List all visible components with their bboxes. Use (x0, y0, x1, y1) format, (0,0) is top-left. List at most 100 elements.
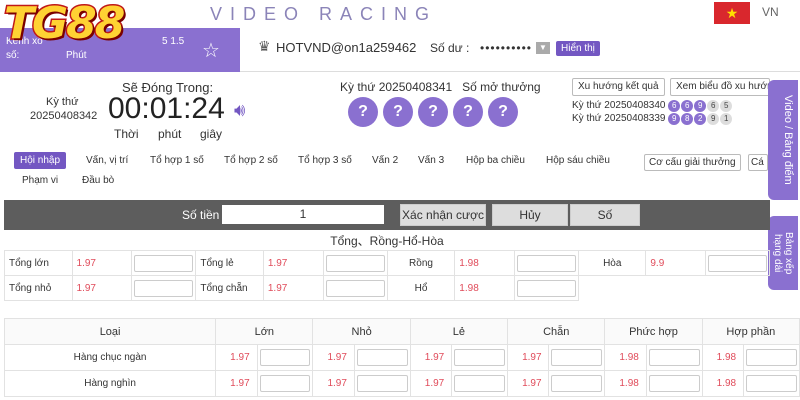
history-row: Kỳ thứ 20250408339 98291 (572, 113, 733, 125)
tab-van-3[interactable]: Vấn 3 (412, 152, 450, 169)
result-numbers-label: Số mở thưởng (462, 80, 541, 94)
bet-input[interactable] (134, 254, 194, 272)
bet-input[interactable] (134, 279, 194, 297)
video-scoreboard-tab[interactable]: Video / Bảng điểm (768, 80, 798, 200)
tab-hop-ba-chieu[interactable]: Hộp ba chiều (460, 152, 531, 169)
bet-input[interactable] (356, 375, 408, 392)
bet-odd: 1.97 (262, 250, 324, 276)
brand-logo[interactable]: TG88 (2, 0, 126, 47)
bet-label: Hòa (578, 250, 647, 276)
bet-odd: 1.97 (312, 344, 355, 371)
sum-dragon-tiger-table: Tổng lớn 1.97 Tổng lẻ 1.97 Rồng 1.98 Hòa… (4, 250, 771, 301)
bet-input[interactable] (356, 349, 408, 366)
bet-input[interactable] (454, 375, 506, 392)
bet-input[interactable] (325, 254, 385, 272)
last-draw-header: Kỳ thứ 20250408341 Số mở thưởng (340, 80, 541, 94)
bet-input[interactable] (325, 279, 385, 297)
show-balance-button[interactable]: Hiển thị (556, 41, 600, 56)
column-header: Hợp phần (701, 318, 800, 345)
bet-odd: 1.97 (215, 370, 258, 397)
position-bet-table: Loại Lớn Nhỏ Lẻ Chẵn Phức hợp Hợp phần H… (3, 318, 800, 397)
result-ball: ? (383, 97, 413, 127)
bet-input[interactable] (551, 375, 603, 392)
bet-label: Tổng lẻ (195, 250, 264, 276)
tab-to-hop-1-so[interactable]: Tổ hợp 1 số (144, 152, 210, 169)
history-ball: 2 (694, 113, 707, 125)
bet-odd: 1.98 (604, 344, 647, 371)
history-ball: 8 (681, 113, 694, 125)
tab-to-hop-2-so[interactable]: Tổ hợp 2 số (218, 152, 284, 169)
bet-odd: 1.98 (701, 344, 745, 371)
section-title-sum-dragon-tiger: Tổng、Rồng-Hổ-Hòa (330, 234, 444, 248)
bet-input[interactable] (551, 349, 603, 366)
bet-input[interactable] (746, 375, 797, 392)
column-header: Nhỏ (312, 318, 411, 345)
bet-odd: 1.98 (454, 250, 516, 276)
cancel-button[interactable]: Hủy (492, 204, 568, 226)
amount-input[interactable]: 1 (222, 205, 384, 224)
bet-label: Tổng lớn (4, 250, 73, 276)
bet-input[interactable] (707, 254, 767, 272)
unit-hour: Thời (114, 127, 139, 141)
result-ball: ? (488, 97, 518, 127)
tab-dau-bo[interactable]: Đầu bò (76, 172, 120, 189)
tab-hop-sau-chieu[interactable]: Hộp sáu chiều (540, 152, 616, 169)
bet-odd: 1.97 (262, 275, 324, 301)
language-selector[interactable]: VN (762, 5, 779, 19)
history-ball: 9 (707, 113, 720, 125)
result-ball: ? (453, 97, 483, 127)
history-row: Kỳ thứ 20250408340 66965 (572, 100, 733, 112)
tab-van-2[interactable]: Vấn 2 (366, 152, 404, 169)
ranking-tab[interactable]: Bảng xếp hạng dài (768, 216, 798, 290)
bet-odd: 1.97 (312, 370, 355, 397)
tab-hoi-nhap[interactable]: Hội nhập (14, 152, 67, 169)
table-row: Hàng chục ngàn 1.97 1.97 1.97 1.97 1.98 … (3, 344, 800, 371)
balance-dropdown-icon[interactable]: ▼ (536, 42, 550, 54)
bet-label: Tổng chẵn (195, 275, 264, 301)
history-ball: 9 (694, 100, 707, 112)
table-row: Tổng lớn 1.97 Tổng lẻ 1.97 Rồng 1.98 Hòa… (4, 250, 771, 276)
bet-input[interactable] (746, 349, 797, 366)
bet-odd: 1.97 (71, 275, 133, 301)
extra-button[interactable]: Cá (748, 154, 768, 171)
bet-amount-bar: Số tiền 1 Xác nhận cược Hủy Số (4, 200, 770, 230)
result-trend-button[interactable]: Xu hướng kết quả (572, 78, 665, 96)
table-row: Hàng nghìn 1.97 1.97 1.97 1.97 1.98 1.98 (3, 370, 800, 397)
bet-input[interactable] (259, 349, 311, 366)
number-button[interactable]: Số (570, 204, 640, 226)
bet-label: Rồng (386, 250, 456, 276)
history-draw-label: Kỳ thứ 20250408339 (572, 113, 666, 124)
bet-input[interactable] (648, 375, 700, 392)
username: HOTVND@on1a259462 (276, 40, 417, 55)
tab-van-vi-tri[interactable]: Vấn, vị trí (80, 152, 134, 169)
column-header: Loại (3, 318, 217, 345)
history-ball: 6 (668, 100, 681, 112)
vietnam-flag-icon[interactable]: ★ (714, 2, 750, 24)
bet-input[interactable] (454, 349, 506, 366)
bet-odd: 1.97 (71, 250, 133, 276)
column-header: Lẻ (409, 318, 509, 345)
bet-odd: 1.98 (604, 370, 647, 397)
bet-input[interactable] (259, 375, 311, 392)
bet-input[interactable] (648, 349, 700, 366)
result-ball: ? (418, 97, 448, 127)
current-draw-number: 20250408342 (30, 110, 98, 122)
last-draw-label: Kỳ thứ 20250408341 (340, 80, 453, 94)
history-draw-label: Kỳ thứ 20250408340 (572, 100, 666, 111)
current-draw-label: Kỳ thứ (46, 96, 79, 108)
prize-structure-button[interactable]: Cơ cấu giải thưởng (644, 154, 741, 171)
bet-input[interactable] (517, 254, 577, 272)
favorite-star-icon[interactable]: ☆ (202, 38, 220, 63)
trend-chart-button[interactable]: Xem biểu đồ xu hướng (670, 78, 770, 96)
row-label: Hàng nghìn (3, 370, 217, 397)
result-ball: ? (348, 97, 378, 127)
tab-pham-vi[interactable]: Phạm vi (16, 172, 64, 189)
table-header-row: Loại Lớn Nhỏ Lẻ Chẵn Phức hợp Hợp phần (3, 318, 800, 345)
bet-odd: 1.98 (454, 275, 516, 301)
channel-label-2: số: (6, 50, 20, 61)
confirm-bet-button[interactable]: Xác nhận cược (400, 204, 486, 226)
row-label: Hàng chục ngàn (3, 344, 217, 371)
bet-input[interactable] (517, 279, 577, 297)
speaker-icon[interactable]: 🔊︎ (234, 100, 245, 121)
tab-to-hop-3-so[interactable]: Tổ hợp 3 số (292, 152, 358, 169)
